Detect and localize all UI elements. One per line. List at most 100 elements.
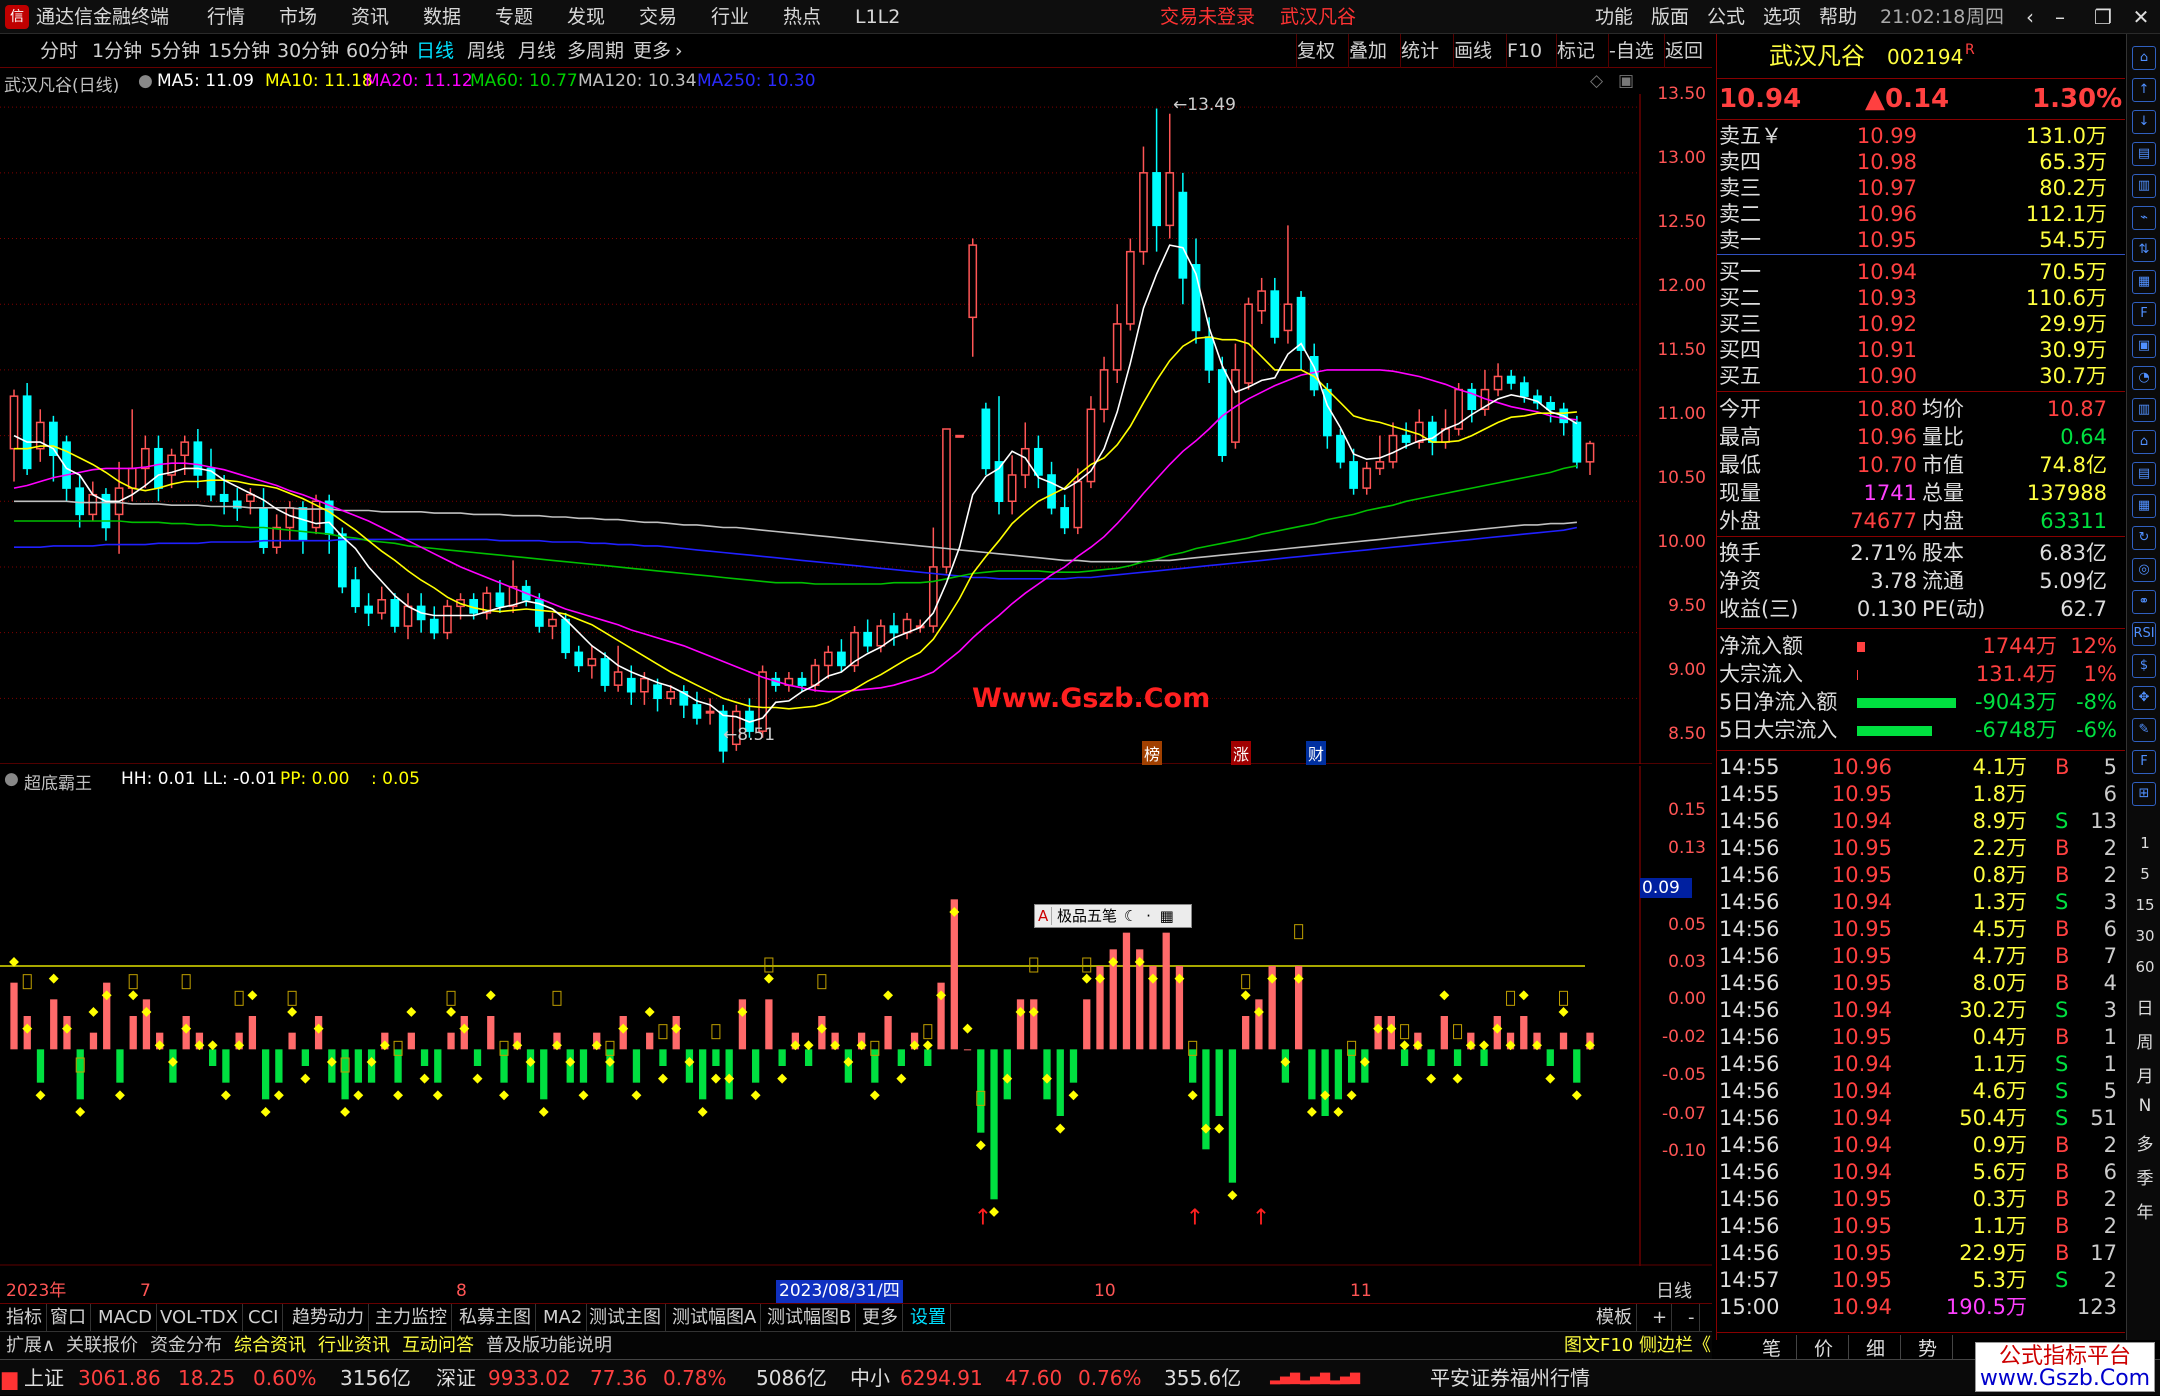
restore-icon[interactable]: ❐: [2088, 0, 2118, 34]
menu-hangye[interactable]: 行业: [711, 0, 749, 34]
tab-macd[interactable]: MACD: [94, 1304, 157, 1332]
tab-qushi[interactable]: 趋势动力: [288, 1304, 369, 1332]
tick-row[interactable]: 14:56 10.94 8.9万 S 13: [1717, 808, 2121, 835]
tick-row[interactable]: 14:56 10.95 4.7万 B 7: [1717, 943, 2121, 970]
sidebar-tool-icon[interactable]: ⊞: [2132, 782, 2156, 806]
tab-cci[interactable]: CCI: [244, 1304, 284, 1332]
fin-row[interactable]: 收益(三) 0.130 PE(动) 62.7: [1717, 596, 2121, 623]
ask-row[interactable]: 卖三 10.97 80.2万: [1717, 175, 2121, 202]
sidebar-tool-icon[interactable]: $: [2132, 654, 2156, 678]
menu-xuanxiang[interactable]: 选项: [1763, 0, 1801, 34]
sidebar-tool-icon[interactable]: ▤: [2132, 142, 2156, 166]
btn-huaxian[interactable]: 画线: [1453, 34, 1492, 68]
menu-gongneng[interactable]: 功能: [1595, 0, 1633, 34]
menu-jiaoyi[interactable]: 交易: [639, 0, 677, 34]
sidebar-cycle[interactable]: 季: [2135, 1164, 2155, 1189]
tab-zhuli[interactable]: 主力监控: [371, 1304, 452, 1332]
menu-zhuanti[interactable]: 专题: [495, 0, 533, 34]
ask-row[interactable]: 卖五￥ 10.99 131.0万: [1717, 123, 2121, 150]
btn-f10[interactable]: F10: [1506, 34, 1542, 68]
sh-label[interactable]: 上证: [24, 1360, 64, 1396]
stat-row[interactable]: 今开 10.80 均价 10.87: [1717, 396, 2121, 423]
sidebar-tool-icon[interactable]: ▥: [2132, 398, 2156, 422]
sidebar-tool-icon[interactable]: ↻: [2132, 526, 2156, 550]
main-candlestick-chart[interactable]: [0, 94, 1712, 764]
ext-expand[interactable]: 扩展∧: [2, 1332, 59, 1360]
tab-daily[interactable]: 日线: [416, 34, 454, 68]
btn-biaoji[interactable]: 标记: [1556, 34, 1595, 68]
fin-row[interactable]: 净资 3.78 流通 5.09亿: [1717, 568, 2121, 595]
sidebar-cycle[interactable]: N: [2135, 1096, 2155, 1116]
tab-60min[interactable]: 60分钟: [346, 34, 408, 68]
sidebar-period[interactable]: 15: [2135, 896, 2155, 914]
ext-zijin[interactable]: 资金分布: [146, 1332, 226, 1360]
tab-vol[interactable]: VOL-TDX: [156, 1304, 243, 1332]
tick-row[interactable]: 14:56 10.95 8.0万 B 4: [1717, 970, 2121, 997]
tick-row[interactable]: 14:55 10.95 1.8万 6: [1717, 781, 2121, 808]
tick-row[interactable]: 14:55 10.96 4.1万 B 5: [1717, 754, 2121, 781]
sidebar-period[interactable]: 30: [2135, 927, 2155, 945]
tab-ceshi-b[interactable]: 测试幅图B: [763, 1304, 857, 1332]
sidebar-tool-icon[interactable]: F: [2132, 750, 2156, 774]
ext-f10-sidebar[interactable]: 图文F10 侧边栏《: [1560, 1332, 1715, 1360]
menu-banmian[interactable]: 版面: [1651, 0, 1689, 34]
tab-multi[interactable]: 多周期: [567, 34, 624, 68]
flow-row[interactable]: 净流入额 1744万 12%: [1717, 633, 2121, 660]
sidebar-tool-icon[interactable]: ◔: [2132, 366, 2156, 390]
tab-ceshi-main[interactable]: 测试主图: [585, 1304, 666, 1332]
bid-row[interactable]: 买二 10.93 110.6万: [1717, 285, 2121, 312]
menu-l1l2[interactable]: L1L2: [855, 0, 900, 34]
sidebar-tool-icon[interactable]: ▣: [2132, 334, 2156, 358]
sidebar-tool-icon[interactable]: ▥: [2132, 174, 2156, 198]
ask-row[interactable]: 卖四 10.98 65.3万: [1717, 149, 2121, 176]
sidebar-tool-icon[interactable]: ⌂: [2132, 430, 2156, 454]
menu-faxian[interactable]: 发现: [567, 0, 605, 34]
ask-row[interactable]: 卖二 10.96 112.1万: [1717, 201, 2121, 228]
sidebar-tool-icon[interactable]: ◎: [2132, 558, 2156, 582]
tick-row[interactable]: 14:56 10.95 0.3万 B 2: [1717, 1186, 2121, 1213]
tab-zhibiao[interactable]: 指标: [2, 1304, 47, 1332]
tab-settings[interactable]: 设置: [906, 1304, 951, 1332]
fin-row[interactable]: 换手 2.71% 股本 6.83亿: [1717, 540, 2121, 567]
btn-diejia[interactable]: 叠加: [1348, 34, 1387, 68]
tab-more[interactable]: 更多: [633, 34, 671, 68]
tick-row[interactable]: 14:56 10.95 4.5万 B 6: [1717, 916, 2121, 943]
tab-fenshi[interactable]: 分时: [40, 34, 78, 68]
sidebar-tool-icon[interactable]: ⌂: [2132, 46, 2156, 70]
btn-fuquan[interactable]: 复权: [1296, 34, 1335, 68]
sidebar-period[interactable]: 1: [2135, 834, 2155, 852]
sz-label[interactable]: 深证: [436, 1360, 476, 1396]
menu-bangzhu[interactable]: 帮助: [1819, 0, 1857, 34]
sidebar-cycle[interactable]: 年: [2135, 1198, 2155, 1223]
sidebar-tool-icon[interactable]: ↓: [2132, 110, 2156, 134]
ext-hangye[interactable]: 行业资讯: [314, 1332, 394, 1360]
menu-hangqing[interactable]: 行情: [207, 0, 245, 34]
bid-row[interactable]: 买五 10.90 30.7万: [1717, 363, 2121, 390]
sidebar-period[interactable]: 5: [2135, 865, 2155, 883]
sidebar-tool-icon[interactable]: ⌁: [2132, 206, 2156, 230]
trade-login-status[interactable]: 交易未登录: [1160, 0, 1255, 34]
sidebar-tool-icon[interactable]: ⇅: [2132, 238, 2156, 262]
sidebar-tool-icon[interactable]: ✎: [2132, 718, 2156, 742]
tick-row[interactable]: 14:56 10.95 1.1万 B 2: [1717, 1213, 2121, 1240]
tick-row[interactable]: 14:56 10.94 5.6万 B 6: [1717, 1159, 2121, 1186]
btn-add-pane[interactable]: +: [1648, 1304, 1673, 1332]
tab-5min[interactable]: 5分钟: [150, 34, 200, 68]
sidebar-tool-icon[interactable]: ⚭: [2132, 590, 2156, 614]
tab-ceshi-a[interactable]: 测试幅图A: [668, 1304, 762, 1332]
expand-icon[interactable]: ◇: [1590, 71, 1603, 91]
btn-remove-pane[interactable]: -: [1684, 1304, 1700, 1332]
tick-row[interactable]: 14:56 10.94 0.9万 B 2: [1717, 1132, 2121, 1159]
tick-row[interactable]: 14:56 10.95 22.9万 B 17: [1717, 1240, 2121, 1267]
back-icon[interactable]: ‹: [2015, 0, 2045, 34]
close-icon[interactable]: ✕: [2126, 0, 2156, 34]
flow-row[interactable]: 大宗流入 131.4万 1%: [1717, 661, 2121, 688]
tick-row[interactable]: 14:56 10.94 4.6万 S 5: [1717, 1078, 2121, 1105]
marker-bang[interactable]: 榜: [1142, 741, 1163, 765]
tick-row[interactable]: 14:56 10.95 0.4万 B 1: [1717, 1024, 2121, 1051]
marker-cai[interactable]: 财: [1306, 741, 1327, 765]
stat-row[interactable]: 外盘 74677 内盘 63311: [1717, 508, 2121, 535]
ext-puji[interactable]: 普及版功能说明: [482, 1332, 616, 1360]
rsi-icon[interactable]: RSI: [2132, 622, 2156, 646]
ime-keyboard-icon[interactable]: ▦: [1158, 907, 1176, 925]
